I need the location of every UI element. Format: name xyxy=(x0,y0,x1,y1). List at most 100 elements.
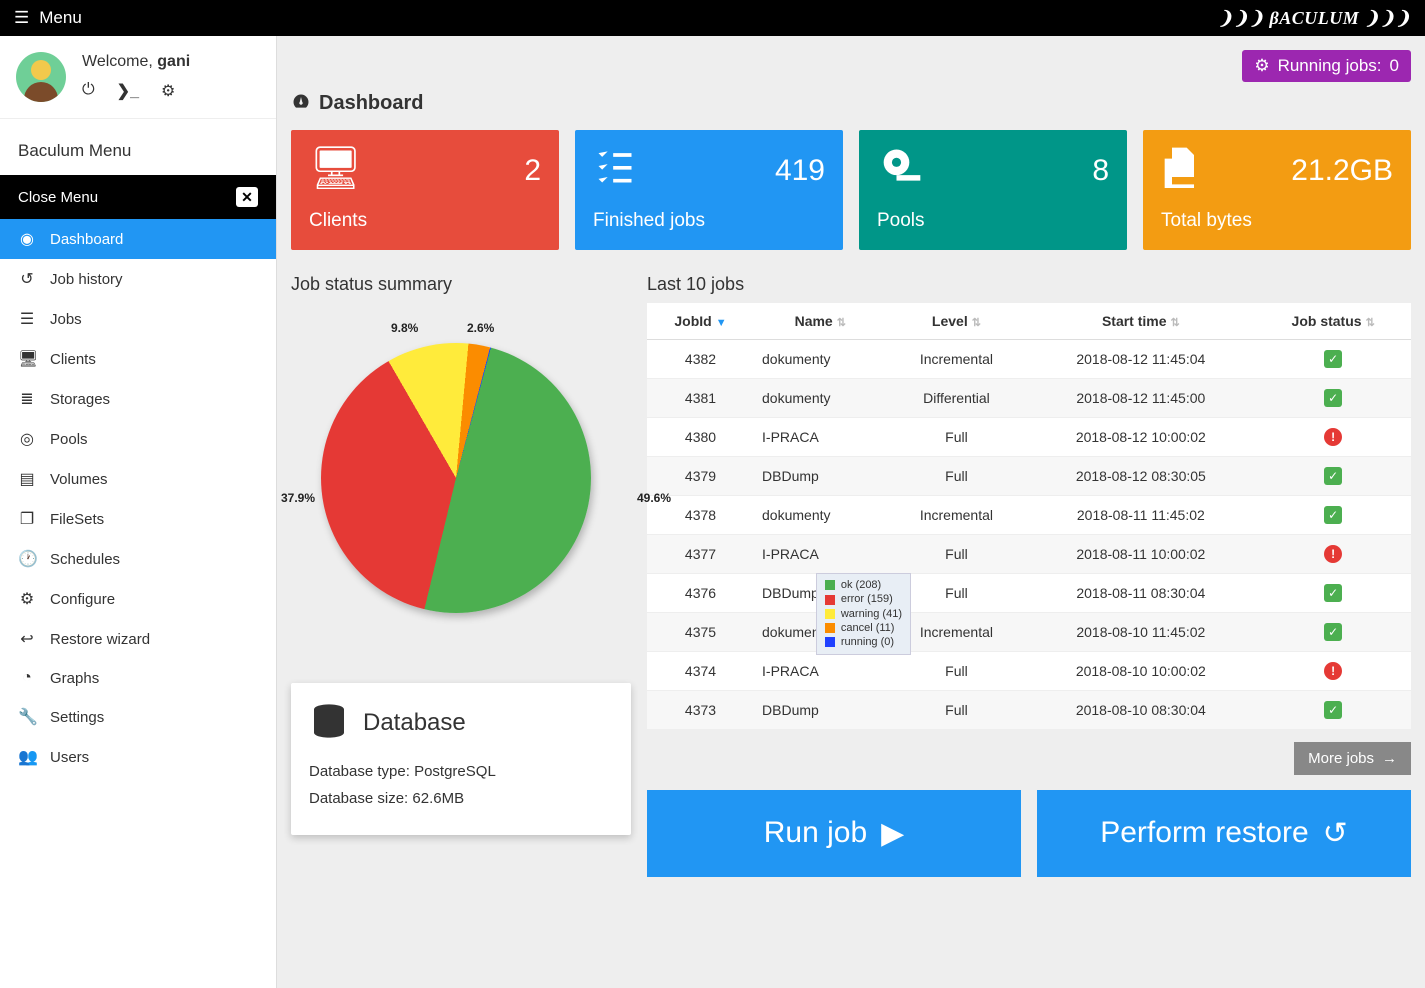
legend-item: ok (208) xyxy=(825,578,902,592)
job-status-summary-title: Job status summary xyxy=(291,274,631,295)
col-start[interactable]: Start time⇅ xyxy=(1026,303,1255,340)
table-row[interactable]: 4382dokumentyIncremental2018-08-12 11:45… xyxy=(647,339,1411,378)
files-icon: ❐ xyxy=(18,509,36,529)
col-name[interactable]: Name⇅ xyxy=(754,303,887,340)
table-row[interactable]: 4373DBDumpFull2018-08-10 08:30:04✓ xyxy=(647,690,1411,729)
sidebar-item-dashboard[interactable]: ◉Dashboard xyxy=(0,219,276,259)
col-status[interactable]: Job status⇅ xyxy=(1255,303,1411,340)
close-icon: ✕ xyxy=(236,187,258,207)
status-error-icon: ! xyxy=(1324,545,1342,563)
table-row[interactable]: 4375dokumentyIncremental2018-08-10 11:45… xyxy=(647,612,1411,651)
tape-icon xyxy=(877,144,1109,193)
sort-icon: ⇅ xyxy=(1366,317,1375,329)
status-ok-icon: ✓ xyxy=(1324,389,1342,407)
database-icon xyxy=(309,701,349,746)
menu-toggle[interactable]: ☰ Menu xyxy=(14,8,82,28)
sidebar-item-configure[interactable]: ⚙ Configure xyxy=(0,579,276,619)
close-menu-button[interactable]: Close Menu ✕ xyxy=(0,175,276,219)
card-clients[interactable]: 🖥 2 Clients xyxy=(291,130,559,250)
legend-item: cancel (11) xyxy=(825,621,902,635)
sidebar-item-filesets[interactable]: ❐ FileSets xyxy=(0,499,276,539)
sidebar-item-users[interactable]: 👥 Users xyxy=(0,737,276,777)
sidebar-item-volumes[interactable]: ▤ Volumes xyxy=(0,459,276,499)
col-jobid[interactable]: JobId▼ xyxy=(647,303,754,340)
status-ok-icon: ✓ xyxy=(1324,467,1342,485)
status-error-icon: ! xyxy=(1324,662,1342,680)
table-row[interactable]: 4379DBDumpFull2018-08-12 08:30:05✓ xyxy=(647,456,1411,495)
sidebar-item-restore-wizard[interactable]: ↩ Restore wizard xyxy=(0,619,276,659)
job-status-pie-chart: 49.6% 37.9% 9.8% 2.6% ok (208)error (159… xyxy=(291,303,631,663)
legend-item: running (0) xyxy=(825,635,902,649)
table-row[interactable]: 4374I-PRACAFull2018-08-10 10:00:02! xyxy=(647,651,1411,690)
card-pools[interactable]: 8 Pools xyxy=(859,130,1127,250)
status-ok-icon: ✓ xyxy=(1324,584,1342,602)
history-icon: ↺ xyxy=(18,269,36,289)
chart-icon: ◔ xyxy=(18,669,36,687)
sidebar-item-label: Users xyxy=(50,749,89,766)
sort-icon: ⇅ xyxy=(837,317,846,329)
sidebar-item-label: Job history xyxy=(50,271,123,288)
menu-heading: Baculum Menu xyxy=(18,141,131,161)
sidebar-item-pools[interactable]: ◎ Pools xyxy=(0,419,276,459)
sidebar-item-schedules[interactable]: 🕐Schedules xyxy=(0,539,276,579)
status-ok-icon: ✓ xyxy=(1324,350,1342,368)
sidebar-item-label: Jobs xyxy=(50,311,82,328)
sidebar-item-job-history[interactable]: ↺ Job history xyxy=(0,259,276,299)
sort-icon: ⇅ xyxy=(972,317,981,329)
play-icon: ▶ xyxy=(881,816,904,851)
sidebar-item-label: Graphs xyxy=(50,670,99,687)
terminal-icon[interactable]: ❯_ xyxy=(117,81,139,101)
status-error-icon: ! xyxy=(1324,428,1342,446)
table-row[interactable]: 4377I-PRACAFull2018-08-11 10:00:02! xyxy=(647,534,1411,573)
list-icon: ☰ xyxy=(18,309,36,329)
sidebar-item-label: Clients xyxy=(50,351,96,368)
sidebar-item-label: Settings xyxy=(50,709,104,726)
brand-logo: ❩❩❩ βACULUM ❩❩❩ xyxy=(1218,8,1411,29)
power-icon[interactable]: ⏻ xyxy=(82,81,95,101)
status-ok-icon: ✓ xyxy=(1324,701,1342,719)
sidebar-item-label: Storages xyxy=(50,391,110,408)
run-job-button[interactable]: Run job ▶ xyxy=(647,790,1021,877)
sidebar-item-settings[interactable]: 🔧 Settings xyxy=(0,697,276,737)
menu-label: Menu xyxy=(39,8,82,28)
table-row[interactable]: 4381dokumentyDifferential2018-08-12 11:4… xyxy=(647,378,1411,417)
running-jobs-badge[interactable]: ⚙ Running jobs: 0 xyxy=(1242,50,1411,82)
arrow-right-icon: → xyxy=(1382,750,1397,767)
table-row[interactable]: 4380I-PRACAFull2018-08-12 10:00:02! xyxy=(647,417,1411,456)
status-ok-icon: ✓ xyxy=(1324,623,1342,641)
undo-icon: ↩ xyxy=(18,629,36,649)
dashboard-icon: ◉ xyxy=(18,229,36,249)
table-row[interactable]: 4376DBDumpFull2018-08-11 08:30:04✓ xyxy=(647,573,1411,612)
card-total-bytes[interactable]: 21.2GB Total bytes xyxy=(1143,130,1411,250)
sidebar-item-label: Configure xyxy=(50,591,115,608)
sidebar-item-label: Volumes xyxy=(50,471,108,488)
card-finished-jobs[interactable]: 419 Finished jobs xyxy=(575,130,843,250)
welcome-text: Welcome, gani xyxy=(82,53,190,71)
table-row[interactable]: 4378dokumentyIncremental2018-08-11 11:45… xyxy=(647,495,1411,534)
users-icon: 👥 xyxy=(18,747,36,767)
gears-icon: ⚙ xyxy=(1254,56,1269,76)
gear-icon[interactable]: ⚙ xyxy=(161,81,175,101)
tape-icon: ◎ xyxy=(18,429,36,449)
sidebar-item-clients[interactable]: 🖥 Clients xyxy=(0,339,276,379)
page-title: Dashboard xyxy=(291,92,1411,116)
sidebar-item-jobs[interactable]: ☰ Jobs xyxy=(0,299,276,339)
monitor-icon: 🖥 xyxy=(18,349,36,369)
pie-legend: ok (208)error (159)warning (41)cancel (1… xyxy=(816,573,911,654)
col-level[interactable]: Level⇅ xyxy=(887,303,1027,340)
sidebar-item-storages[interactable]: ≣ Storages xyxy=(0,379,276,419)
sidebar-item-label: FileSets xyxy=(50,511,104,528)
database-icon: ≣ xyxy=(18,389,36,409)
sidebar-item-graphs[interactable]: ◔ Graphs xyxy=(0,659,276,697)
status-ok-icon: ✓ xyxy=(1324,506,1342,524)
avatar xyxy=(16,52,66,102)
gear-icon: ⚙ xyxy=(18,589,36,609)
hdd-icon: ▤ xyxy=(18,469,36,489)
sort-desc-icon: ▼ xyxy=(716,317,727,329)
sidebar-item-label: Pools xyxy=(50,431,88,448)
more-jobs-button[interactable]: More jobs → xyxy=(1294,742,1411,775)
sidebar-item-label: Restore wizard xyxy=(50,631,150,648)
wrench-icon: 🔧 xyxy=(18,707,36,727)
hamburger-icon: ☰ xyxy=(14,8,29,28)
perform-restore-button[interactable]: Perform restore ↺ xyxy=(1037,790,1411,877)
